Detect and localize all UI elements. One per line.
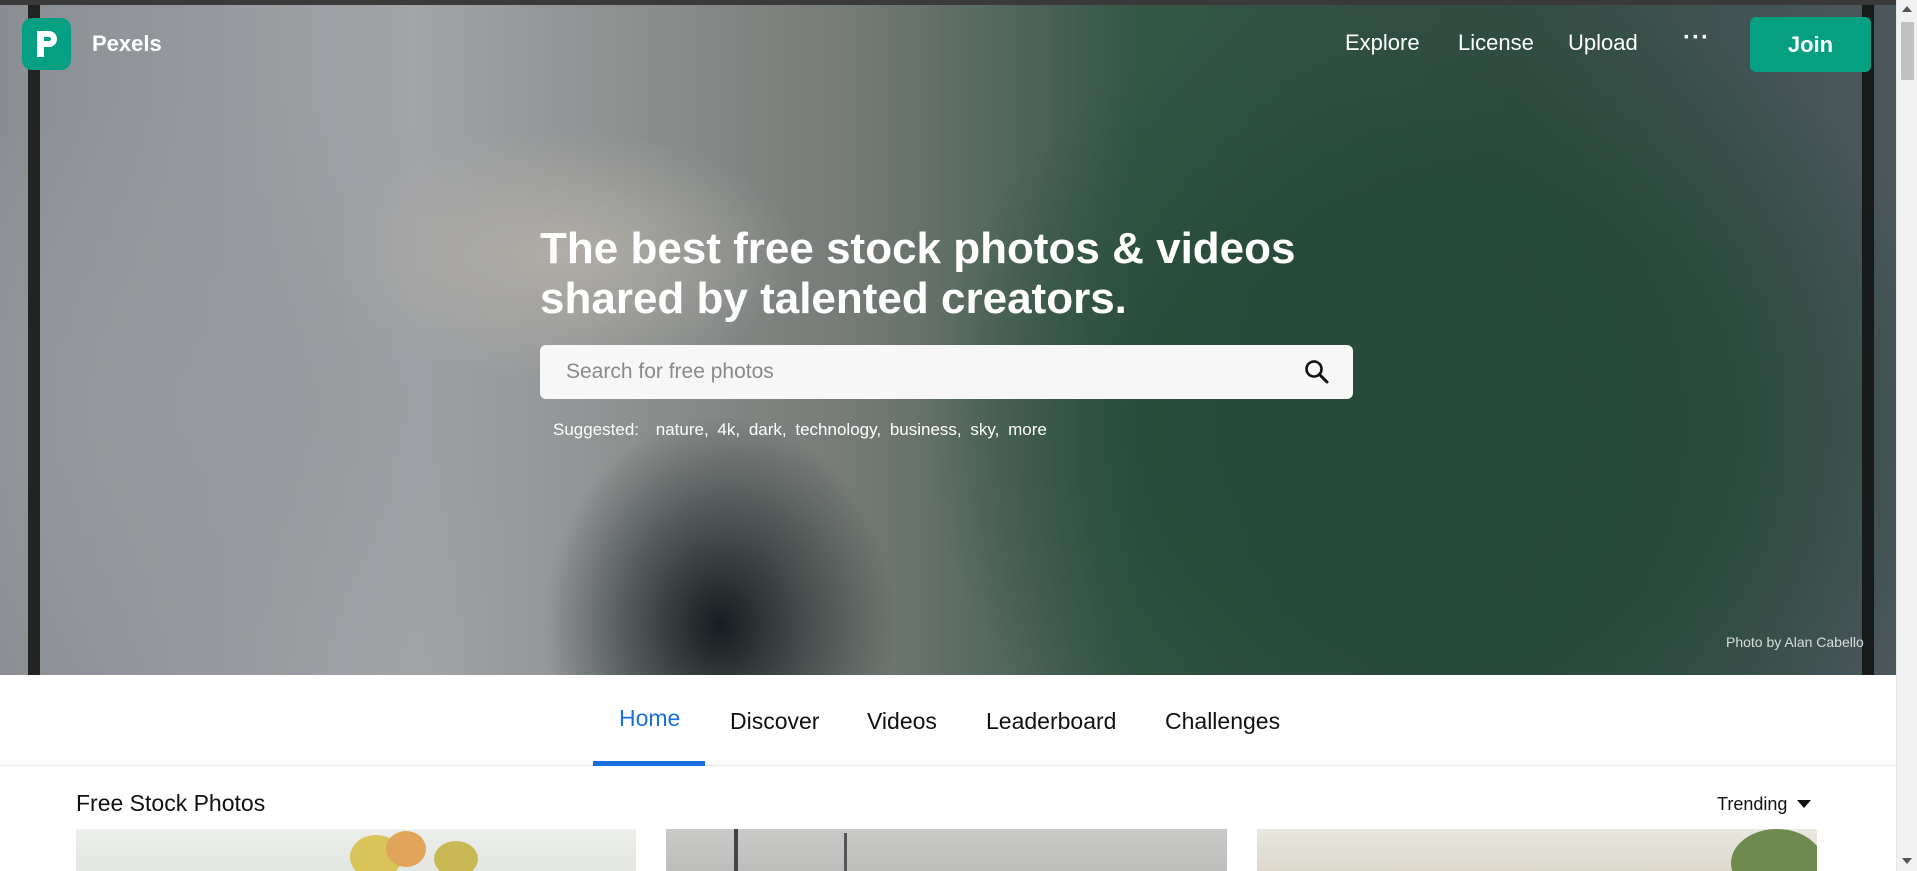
suggested-link-business[interactable]: business, <box>890 420 962 439</box>
brand-name[interactable]: Pexels <box>92 31 162 57</box>
branch-photo-thumbnail <box>734 829 847 871</box>
tab-videos[interactable]: Videos <box>867 708 937 735</box>
suggested-link-dark[interactable]: dark, <box>749 420 787 439</box>
tab-leaderboard[interactable]: Leaderboard <box>986 708 1116 735</box>
search-input[interactable] <box>564 345 1284 399</box>
more-menu-icon[interactable]: ··· <box>1683 24 1710 52</box>
tab-discover[interactable]: Discover <box>730 708 819 735</box>
search-bar[interactable] <box>540 345 1353 399</box>
photo-card-1[interactable] <box>76 829 636 871</box>
scroll-down-arrow-icon[interactable] <box>1902 858 1912 864</box>
nav-upload[interactable]: Upload <box>1568 30 1638 56</box>
pexels-logo-icon[interactable] <box>22 18 71 70</box>
join-button[interactable]: Join <box>1750 17 1871 72</box>
section-title: Free Stock Photos <box>76 790 266 816</box>
search-icon[interactable] <box>1304 359 1330 385</box>
hero-headline-line-1: The best free stock photos & videos <box>540 224 1296 273</box>
succulent-photo-thumbnail <box>350 831 478 871</box>
scrollbar-thumb[interactable] <box>1901 22 1914 80</box>
sort-dropdown[interactable]: Trending <box>1717 794 1787 815</box>
suggested-link-sky[interactable]: sky, <box>970 420 999 439</box>
chevron-down-icon[interactable] <box>1797 800 1811 808</box>
suggested-link-4k[interactable]: 4k, <box>717 420 740 439</box>
tab-challenges[interactable]: Challenges <box>1165 708 1280 735</box>
active-tab-indicator <box>593 761 705 766</box>
hero-banner <box>0 5 1896 675</box>
photo-card-3[interactable] <box>1257 829 1817 871</box>
tab-home[interactable]: Home <box>619 705 680 732</box>
nav-explore[interactable]: Explore <box>1345 30 1420 56</box>
hero-overlay <box>0 5 1896 675</box>
tab-bar: Home Discover Videos Leaderboard Challen… <box>0 675 1896 766</box>
hero-headline: The best free stock photos & videos shar… <box>540 224 1360 324</box>
page-scrollbar[interactable] <box>1896 0 1917 871</box>
photo-card-2[interactable] <box>666 829 1227 871</box>
suggested-link-technology[interactable]: technology, <box>795 420 881 439</box>
hero-headline-line-2: shared by talented creators. <box>540 274 1127 323</box>
nav-license[interactable]: License <box>1458 30 1534 56</box>
suggested-link-nature[interactable]: nature, <box>656 420 709 439</box>
suggested-label: Suggested: <box>553 420 640 439</box>
pexels-p-icon <box>36 31 57 57</box>
scroll-up-arrow-icon[interactable] <box>1902 6 1912 12</box>
photo-credit[interactable]: Photo by Alan Cabello <box>1726 634 1864 650</box>
suggested-link-more[interactable]: more <box>1008 420 1047 439</box>
plant-photo-thumbnail <box>1731 829 1817 871</box>
suggested-searches: Suggested: nature, 4k, dark, technology,… <box>553 420 1051 440</box>
